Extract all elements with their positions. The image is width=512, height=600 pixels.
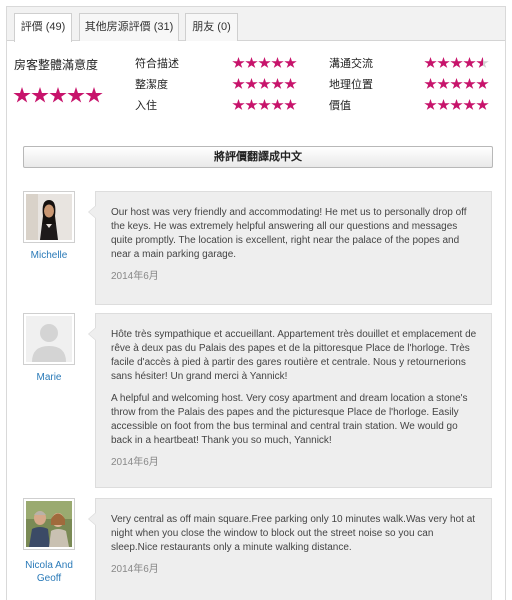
review-bubble: Very central as off main square.Free par…	[88, 498, 492, 600]
star-icon	[437, 99, 450, 110]
review-text: Our host was very friendly and accommoda…	[111, 207, 467, 260]
star-icon	[245, 57, 258, 68]
rating-label-cleanliness: 整潔度	[135, 79, 168, 91]
star-icon	[284, 78, 297, 89]
star-icon	[245, 78, 258, 89]
tab-friends[interactable]: 朋友 (0)	[185, 13, 238, 41]
ratings-summary: 房客整體滿意度 符合描述 整潔度 入住 溝通交流 地理位置 價值	[7, 41, 505, 131]
half-star-icon	[476, 57, 489, 68]
rating-label-checkin: 入住	[135, 100, 157, 112]
rating-label-location: 地理位置	[329, 79, 373, 91]
tab-other-listing-reviews[interactable]: 其他房源評價 (31)	[79, 13, 179, 41]
reviewer-name[interactable]: Nicola And Geoff	[15, 559, 83, 585]
star-icon	[437, 57, 450, 68]
rating-stars-value	[424, 99, 489, 111]
review-date: 2014年6月	[111, 457, 159, 468]
default-avatar-icon	[26, 316, 72, 362]
reviewer-name[interactable]: Michelle	[15, 249, 83, 262]
reviews-panel: 評價 (49) 其他房源評價 (31) 朋友 (0) 房客整體滿意度 符合描述 …	[6, 6, 506, 600]
star-icon	[271, 57, 284, 68]
avatar[interactable]	[23, 313, 75, 365]
review-date: 2014年6月	[111, 564, 159, 575]
translate-reviews-button[interactable]: 將評價翻譯成中文	[23, 146, 493, 168]
rating-label-accuracy: 符合描述	[135, 58, 179, 70]
star-icon	[463, 78, 476, 89]
star-icon	[245, 99, 258, 110]
rating-label-communication: 溝通交流	[329, 58, 373, 70]
review-text-translated: A helpful and welcoming host. Very cosy …	[111, 393, 468, 446]
star-icon	[424, 99, 437, 110]
avatar-photo-michelle	[26, 194, 72, 240]
review-text: Very central as off main square.Free par…	[111, 514, 476, 553]
star-icon	[424, 57, 437, 68]
star-icon	[31, 87, 49, 103]
star-icon	[284, 57, 297, 68]
review-tabs: 評價 (49) 其他房源評價 (31) 朋友 (0)	[7, 7, 505, 42]
star-icon	[424, 78, 437, 89]
review-date: 2014年6月	[111, 271, 159, 282]
star-icon	[271, 99, 284, 110]
star-icon	[13, 87, 31, 103]
star-icon	[67, 87, 85, 103]
star-icon	[476, 99, 489, 110]
rating-stars-communication	[424, 57, 489, 69]
review-bubble: Hôte très sympathique et accueillant. Ap…	[88, 313, 492, 488]
review-bubble: Our host was very friendly and accommoda…	[88, 191, 492, 305]
rating-label-value: 價值	[329, 100, 351, 112]
tab-reviews[interactable]: 評價 (49)	[14, 13, 72, 42]
star-icon	[85, 87, 103, 103]
rating-stars-location	[424, 78, 489, 90]
rating-stars-cleanliness	[232, 78, 297, 90]
star-icon	[232, 78, 245, 89]
rating-stars-accuracy	[232, 57, 297, 69]
avatar[interactable]	[23, 498, 75, 550]
avatar[interactable]	[23, 191, 75, 243]
star-icon	[463, 99, 476, 110]
star-icon	[284, 99, 297, 110]
star-icon	[258, 78, 271, 89]
avatar-photo-nicola-and-geoff	[26, 501, 72, 547]
overall-stars	[13, 87, 103, 104]
star-icon	[258, 99, 271, 110]
star-icon	[258, 57, 271, 68]
star-icon	[450, 99, 463, 110]
rating-stars-checkin	[232, 99, 297, 111]
star-icon	[437, 78, 450, 89]
star-icon	[49, 87, 67, 103]
overall-rating-label: 房客整體滿意度	[14, 58, 99, 72]
star-icon	[271, 78, 284, 89]
star-icon	[232, 57, 245, 68]
star-icon	[476, 78, 489, 89]
star-icon	[232, 99, 245, 110]
reviewer-name[interactable]: Marie	[15, 371, 83, 384]
star-icon	[450, 78, 463, 89]
star-icon	[463, 57, 476, 68]
review-text-original: Hôte très sympathique et accueillant. Ap…	[111, 329, 477, 382]
star-icon	[450, 57, 463, 68]
